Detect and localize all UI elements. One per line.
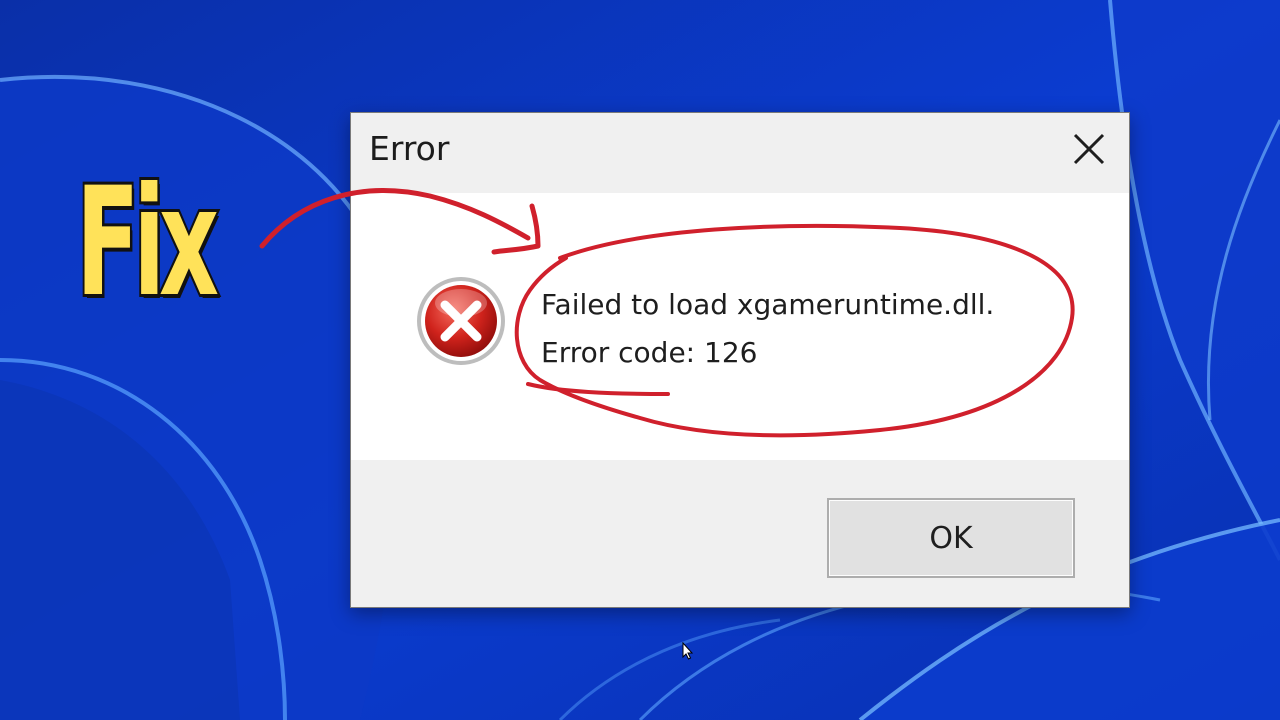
dialog-title: Error	[369, 129, 450, 168]
error-message-line-2: Error code: 126	[541, 336, 758, 369]
fix-label: Fix	[74, 156, 221, 330]
dialog-titlebar[interactable]: Error	[351, 113, 1129, 193]
error-x-icon	[417, 277, 505, 365]
error-message: Failed to load xgameruntime.dll. Error c…	[541, 281, 994, 377]
close-button[interactable]	[1067, 127, 1111, 171]
dialog-content: Failed to load xgameruntime.dll. Error c…	[351, 193, 1129, 460]
close-icon	[1073, 133, 1105, 165]
dialog-footer: OK	[351, 460, 1129, 607]
error-message-line-1: Failed to load xgameruntime.dll.	[541, 288, 995, 321]
error-dialog: Error Failed to load xgameruntime.dll. E…	[350, 112, 1130, 608]
mouse-cursor-icon	[682, 642, 694, 660]
ok-button[interactable]: OK	[827, 498, 1075, 578]
